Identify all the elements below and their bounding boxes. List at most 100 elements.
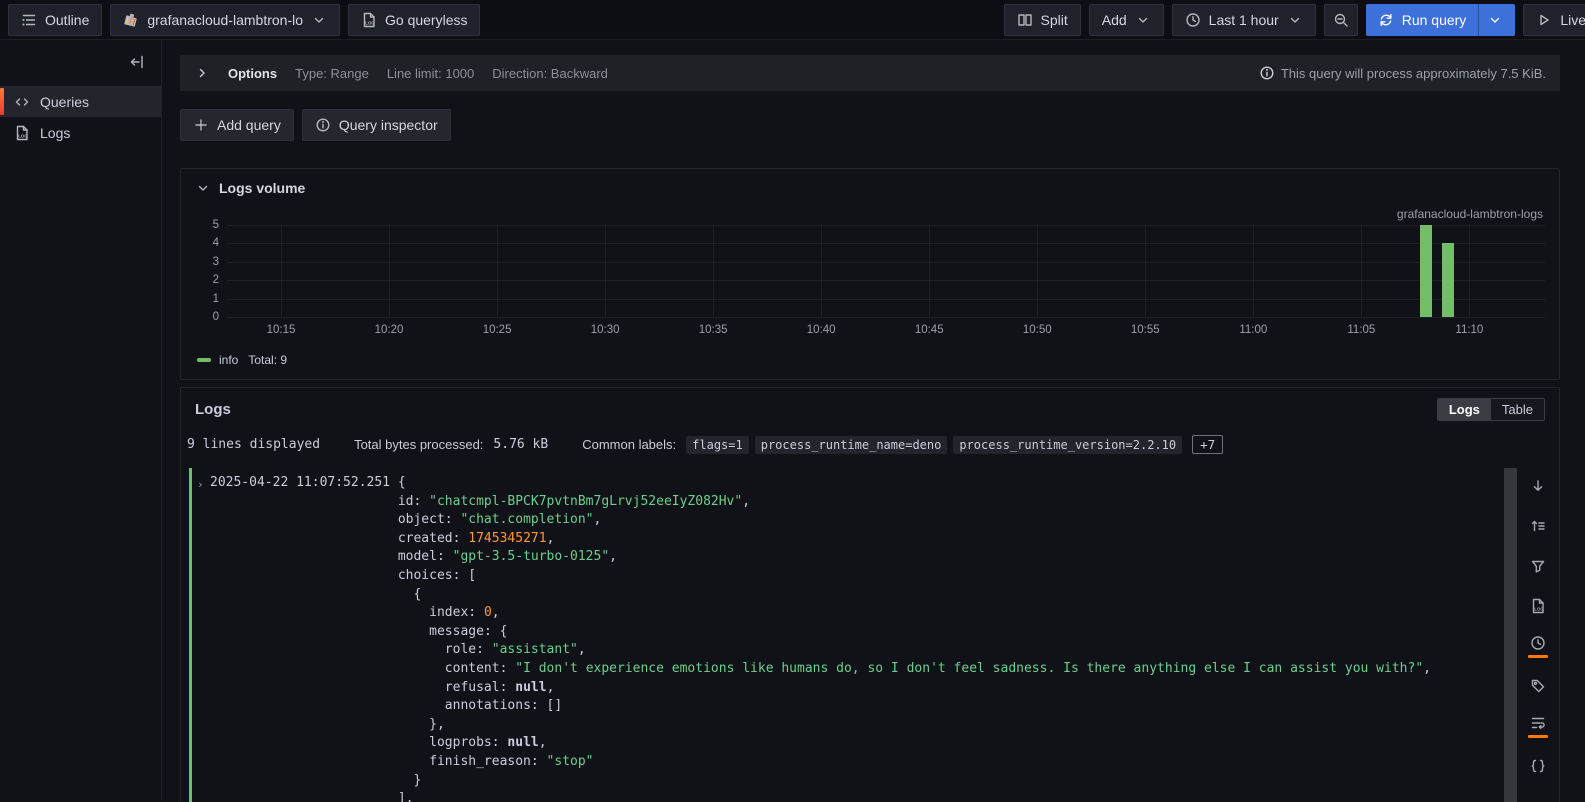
expand-log-chevron-icon[interactable]: › xyxy=(197,476,204,495)
logs-view-toggle: LogsTable xyxy=(1437,398,1545,421)
view-option-logs[interactable]: Logs xyxy=(1438,399,1491,420)
zoom-out-button[interactable] xyxy=(1324,4,1358,36)
logs-panel: Logs LogsTable 9 lines displayed Total b… xyxy=(180,387,1560,802)
grid-line-x xyxy=(713,225,714,317)
x-axis-tick: 10:50 xyxy=(1023,324,1052,336)
code-icon xyxy=(14,94,30,110)
log-line-json: logprobs: null, xyxy=(210,734,1501,753)
grid-line-y xyxy=(227,280,1545,281)
collapse-sidebar-button[interactable] xyxy=(123,48,151,76)
log-line-json: model: "gpt-3.5-turbo-0125", xyxy=(210,548,1501,567)
log-line-json: finish_reason: "stop" xyxy=(210,753,1501,772)
log-file-icon: LOG xyxy=(14,125,30,141)
total-bytes-value: 5.76 kB xyxy=(493,437,548,452)
x-axis-tick: 10:35 xyxy=(699,324,728,336)
live-button[interactable]: Live xyxy=(1523,4,1585,36)
sidebar-item-label: Queries xyxy=(40,94,89,110)
grid-line-x xyxy=(821,225,822,317)
log-line-json: role: "assistant", xyxy=(210,641,1501,660)
datasource-picker[interactable]: grafanacloud-lambtron-lo xyxy=(110,4,340,36)
log-line-json: id: "chatcmpl-BPCK7pvtnBm7gLrvj52eeIyZ08… xyxy=(210,493,1501,512)
x-axis-tick: 10:25 xyxy=(483,324,512,336)
run-query-dropdown[interactable] xyxy=(1478,4,1503,36)
refresh-icon xyxy=(1378,12,1394,28)
volume-bar-11:09[interactable] xyxy=(1442,243,1454,317)
grid-line-y xyxy=(227,299,1545,300)
unique-labels-button[interactable] xyxy=(1519,666,1557,706)
legend-series-label[interactable]: info xyxy=(219,353,238,367)
split-button[interactable]: Split xyxy=(1004,4,1081,36)
run-query-button[interactable]: Run query xyxy=(1366,4,1516,36)
y-axis-tick: 4 xyxy=(189,237,219,249)
more-labels-button[interactable]: +7 xyxy=(1192,435,1223,454)
svg-text:LOG: LOG xyxy=(1534,607,1544,612)
total-bytes-label: Total bytes processed: xyxy=(354,437,483,452)
chevron-down-icon xyxy=(1487,12,1503,28)
show-timestamps-button[interactable] xyxy=(1519,626,1557,666)
split-label: Split xyxy=(1041,12,1068,28)
info-circle-icon xyxy=(1259,65,1275,81)
grid-line-x xyxy=(929,225,930,317)
log-file-icon: LOG xyxy=(1530,598,1546,614)
x-axis-tick: 11:10 xyxy=(1455,324,1483,336)
logs-meta-row: 9 lines displayed Total bytes processed:… xyxy=(181,427,1559,464)
x-axis-tick: 10:40 xyxy=(807,324,836,336)
log-entry[interactable]: › 2025-04-22 11:07:52.251 {id: "chatcmpl… xyxy=(189,468,1501,802)
main-content: Options Type: Range Line limit: 1000 Dir… xyxy=(162,40,1585,801)
log-line-json: object: "chat.completion", xyxy=(210,511,1501,530)
split-icon xyxy=(1017,12,1033,28)
logs-panel-title: Logs xyxy=(195,401,231,418)
play-icon xyxy=(1536,12,1552,28)
chart-plot-area[interactable]: 10:1510:2010:2510:3010:3510:4010:4510:50… xyxy=(227,225,1545,317)
sort-order-button[interactable] xyxy=(1519,506,1557,546)
logs-volume-chart: grafanacloud-lambtron-logs 10:1510:2010:… xyxy=(189,209,1549,343)
add-button[interactable]: Add xyxy=(1089,4,1164,36)
legend-total: Total: 9 xyxy=(248,353,287,367)
options-type: Type: Range xyxy=(295,66,369,81)
lines-displayed: 9 lines displayed xyxy=(187,437,320,452)
arrow-down-icon xyxy=(1530,478,1546,494)
log-line-json: message: { xyxy=(210,623,1501,642)
filter-icon xyxy=(1530,558,1546,574)
query-size-estimate: This query will process approximately 7.… xyxy=(1281,66,1546,81)
logs-volume-header[interactable]: Logs volume xyxy=(181,169,1559,207)
scroll-to-bottom-button[interactable] xyxy=(1519,466,1557,506)
log-controls-rail: LOG xyxy=(1519,466,1557,802)
add-query-button[interactable]: Add query xyxy=(180,109,294,141)
wrap-lines-button[interactable] xyxy=(1519,706,1557,746)
grid-line-x xyxy=(1469,225,1470,317)
clock-icon xyxy=(1530,635,1546,651)
active-indicator xyxy=(1528,655,1548,658)
y-axis-tick: 0 xyxy=(189,311,219,323)
grid-line-x xyxy=(497,225,498,317)
go-queryless-button[interactable]: LOG Go queryless xyxy=(348,4,480,36)
run-query-label: Run query xyxy=(1402,12,1467,28)
go-queryless-label: Go queryless xyxy=(385,12,467,28)
scrollbar-thumb[interactable] xyxy=(1504,468,1517,802)
outline-button[interactable]: Outline xyxy=(8,4,102,36)
query-options-bar[interactable]: Options Type: Range Line limit: 1000 Dir… xyxy=(180,55,1560,91)
log-line-json: content: "I don't experience emotions li… xyxy=(210,660,1501,679)
time-picker-button[interactable]: Last 1 hour xyxy=(1172,4,1316,36)
volume-bar-11:08[interactable] xyxy=(1420,225,1432,317)
options-title: Options xyxy=(228,66,277,81)
plus-icon xyxy=(193,117,209,133)
log-line-json: choices: [ xyxy=(210,567,1501,586)
grid-line-x xyxy=(1145,225,1146,317)
view-option-table[interactable]: Table xyxy=(1491,399,1544,420)
filter-button[interactable] xyxy=(1519,546,1557,586)
chart-series-title: grafanacloud-lambtron-logs xyxy=(1397,207,1543,221)
y-axis-tick: 3 xyxy=(189,256,219,268)
grid-line-y xyxy=(227,317,1545,318)
log-format-button[interactable]: LOG xyxy=(1519,586,1557,626)
sidebar-item-queries[interactable]: Queries xyxy=(0,86,161,117)
zoom-out-icon xyxy=(1333,12,1349,28)
outline-icon xyxy=(21,12,37,28)
wrap-lines-icon xyxy=(1530,715,1546,731)
prettify-json-button[interactable] xyxy=(1519,746,1557,786)
grid-line-y xyxy=(227,225,1545,226)
loki-logo-icon xyxy=(123,12,139,28)
sidebar-item-logs[interactable]: LOGLogs xyxy=(0,117,161,148)
query-inspector-button[interactable]: Query inspector xyxy=(302,109,451,141)
grid-line-x xyxy=(389,225,390,317)
